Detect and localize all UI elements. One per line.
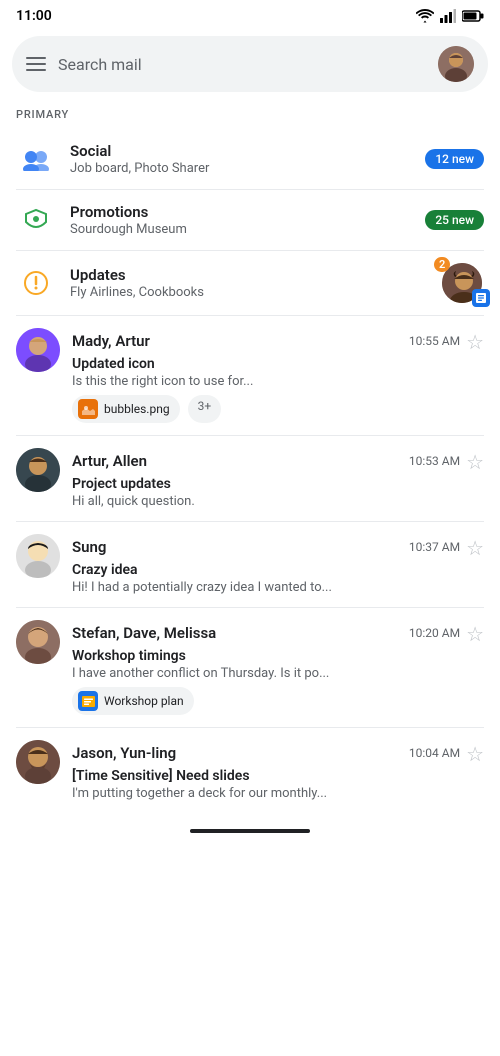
attachments-mady: bubbles.png 3+ bbox=[72, 395, 484, 423]
preview-sung: Hi! I had a potentially crazy idea I wan… bbox=[72, 580, 484, 595]
updates-doc-icon bbox=[472, 289, 490, 307]
preview-stefan: I have another conflict on Thursday. Is … bbox=[72, 666, 484, 681]
search-input-placeholder[interactable]: Search mail bbox=[58, 55, 426, 74]
email-header-stefan: Stefan, Dave, Melissa 10:20 AM ☆ bbox=[72, 620, 484, 646]
user-avatar[interactable] bbox=[438, 46, 474, 82]
social-badge: 12 new bbox=[425, 149, 484, 169]
time-stefan: 10:20 AM bbox=[409, 626, 460, 640]
bottom-indicator bbox=[0, 813, 500, 841]
updates-info: Updates Fly Airlines, Cookbooks bbox=[70, 266, 426, 300]
social-name: Social bbox=[70, 142, 411, 160]
updates-name: Updates bbox=[70, 266, 426, 284]
email-content-stefan: Stefan, Dave, Melissa 10:20 AM ☆ Worksho… bbox=[72, 620, 484, 715]
subject-sung: Crazy idea bbox=[72, 562, 484, 578]
time-mady: 10:55 AM bbox=[409, 334, 460, 348]
subject-jason: [Time Sensitive] Need slides bbox=[72, 768, 484, 784]
sender-sung: Sung bbox=[72, 538, 106, 556]
time-jason: 10:04 AM bbox=[409, 746, 460, 760]
subject-artur: Project updates bbox=[72, 476, 484, 492]
promotions-info: Promotions Sourdough Museum bbox=[70, 203, 411, 237]
status-time: 11:00 bbox=[16, 8, 52, 24]
updates-badge-area: 2 bbox=[440, 261, 484, 305]
image-chip-icon bbox=[78, 399, 98, 419]
email-header-mady: Mady, Artur 10:55 AM ☆ bbox=[72, 328, 484, 354]
user-avatar-image bbox=[438, 46, 474, 82]
avatar-mady bbox=[16, 328, 60, 372]
subject-stefan: Workshop timings bbox=[72, 648, 484, 664]
star-sung[interactable]: ☆ bbox=[466, 536, 484, 560]
email-row-mady[interactable]: Mady, Artur 10:55 AM ☆ Updated icon Is t… bbox=[0, 316, 500, 435]
social-icon bbox=[16, 139, 56, 179]
promotions-badge: 25 new bbox=[425, 210, 484, 230]
social-info: Social Job board, Photo Sharer bbox=[70, 142, 411, 176]
updates-icon bbox=[16, 263, 56, 303]
email-header-artur: Artur, Allen 10:53 AM ☆ bbox=[72, 448, 484, 474]
preview-mady: Is this the right icon to use for... bbox=[72, 374, 484, 389]
email-row-sung[interactable]: Sung 10:37 AM ☆ Crazy idea Hi! I had a p… bbox=[0, 522, 500, 607]
attachment-chip-bubbles[interactable]: bubbles.png bbox=[72, 395, 180, 423]
battery-icon bbox=[462, 10, 484, 22]
wifi-icon bbox=[416, 9, 434, 23]
promotions-icon bbox=[16, 200, 56, 240]
section-label-primary: PRIMARY bbox=[0, 104, 500, 129]
doc-chip-icon bbox=[78, 691, 98, 711]
star-mady[interactable]: ☆ bbox=[466, 330, 484, 354]
avatar-artur bbox=[16, 448, 60, 492]
email-row-artur[interactable]: Artur, Allen 10:53 AM ☆ Project updates … bbox=[0, 436, 500, 521]
sender-jason: Jason, Yun-ling bbox=[72, 744, 176, 762]
email-row-jason[interactable]: Jason, Yun-ling 10:04 AM ☆ [Time Sensiti… bbox=[0, 728, 500, 813]
attachment-chip-workshop[interactable]: Workshop plan bbox=[72, 687, 194, 715]
sender-mady: Mady, Artur bbox=[72, 332, 150, 350]
star-jason[interactable]: ☆ bbox=[466, 742, 484, 766]
social-sub: Job board, Photo Sharer bbox=[70, 161, 411, 176]
promotions-sub: Sourdough Museum bbox=[70, 222, 411, 237]
email-content-mady: Mady, Artur 10:55 AM ☆ Updated icon Is t… bbox=[72, 328, 484, 423]
avatar-stefan bbox=[16, 620, 60, 664]
status-bar: 11:00 bbox=[0, 0, 500, 28]
updates-count: 2 bbox=[434, 257, 450, 272]
extra-attachments-mady[interactable]: 3+ bbox=[188, 395, 222, 423]
category-promotions[interactable]: Promotions Sourdough Museum 25 new bbox=[0, 190, 500, 250]
updates-sub: Fly Airlines, Cookbooks bbox=[70, 285, 426, 300]
star-artur[interactable]: ☆ bbox=[466, 450, 484, 474]
subject-mady: Updated icon bbox=[72, 356, 484, 372]
email-header-sung: Sung 10:37 AM ☆ bbox=[72, 534, 484, 560]
time-artur: 10:53 AM bbox=[409, 454, 460, 468]
avatar-sung bbox=[16, 534, 60, 578]
attachment-name-bubbles: bubbles.png bbox=[104, 402, 170, 416]
preview-artur: Hi all, quick question. bbox=[72, 494, 484, 509]
time-sung: 10:37 AM bbox=[409, 540, 460, 554]
preview-jason: I'm putting together a deck for our mont… bbox=[72, 786, 484, 801]
signal-icon bbox=[440, 9, 456, 23]
star-stefan[interactable]: ☆ bbox=[466, 622, 484, 646]
bottom-pill bbox=[190, 829, 310, 833]
email-row-stefan[interactable]: Stefan, Dave, Melissa 10:20 AM ☆ Worksho… bbox=[0, 608, 500, 727]
email-content-sung: Sung 10:37 AM ☆ Crazy idea Hi! I had a p… bbox=[72, 534, 484, 595]
email-content-jason: Jason, Yun-ling 10:04 AM ☆ [Time Sensiti… bbox=[72, 740, 484, 801]
sender-stefan: Stefan, Dave, Melissa bbox=[72, 624, 216, 642]
email-content-artur: Artur, Allen 10:53 AM ☆ Project updates … bbox=[72, 448, 484, 509]
status-icons bbox=[416, 9, 484, 23]
avatar-jason bbox=[16, 740, 60, 784]
attachment-name-workshop: Workshop plan bbox=[104, 694, 184, 708]
promotions-name: Promotions bbox=[70, 203, 411, 221]
email-header-jason: Jason, Yun-ling 10:04 AM ☆ bbox=[72, 740, 484, 766]
category-updates[interactable]: Updates Fly Airlines, Cookbooks 2 bbox=[0, 251, 500, 315]
sender-artur: Artur, Allen bbox=[72, 452, 147, 470]
search-bar[interactable]: Search mail bbox=[12, 36, 488, 92]
category-social[interactable]: Social Job board, Photo Sharer 12 new bbox=[0, 129, 500, 189]
hamburger-icon[interactable] bbox=[26, 57, 46, 71]
attachments-stefan: Workshop plan bbox=[72, 687, 484, 715]
